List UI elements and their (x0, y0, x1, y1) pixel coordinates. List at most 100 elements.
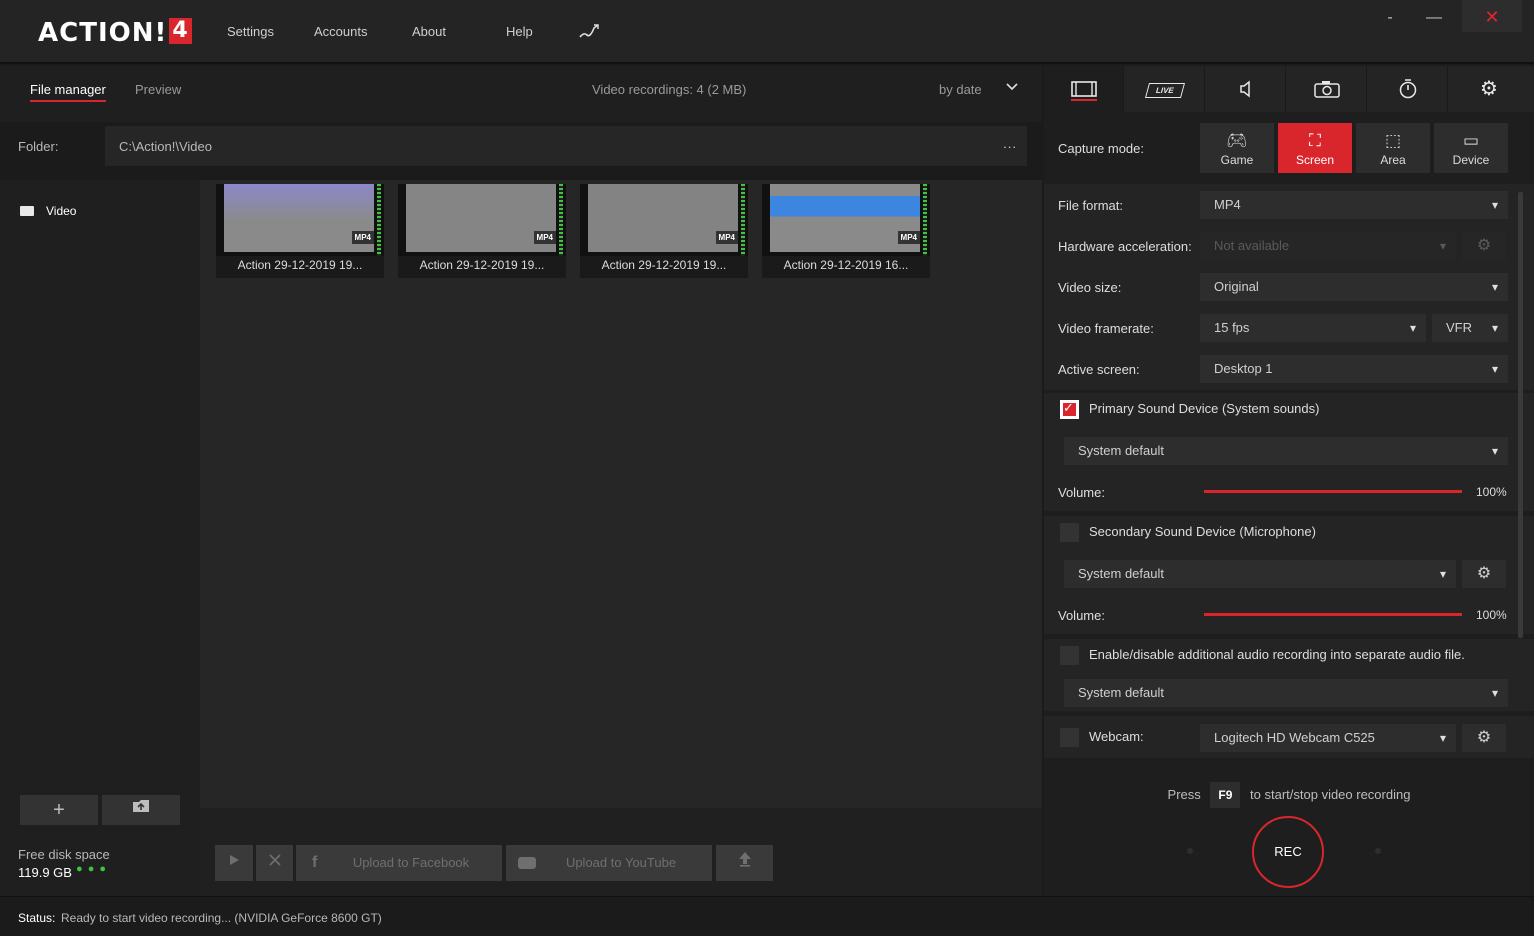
hardware-acceleration-settings-button[interactable]: ⚙ (1462, 232, 1506, 260)
menu-help[interactable]: Help (506, 24, 533, 39)
capture-mode-area[interactable]: ⬚ Area (1356, 123, 1430, 173)
status-label: Status: (18, 911, 56, 925)
draw-icon[interactable] (578, 22, 600, 40)
webcam-settings-button[interactable]: ⚙ (1462, 724, 1506, 752)
tab-audio[interactable] (1206, 66, 1286, 112)
upload-icon (738, 852, 751, 867)
play-button[interactable] (215, 845, 253, 881)
additional-audio-toggle[interactable]: Enable/disable additional audio recordin… (1060, 646, 1465, 665)
upload-facebook-button[interactable]: f Upload to Facebook (296, 845, 502, 881)
tab-file-manager[interactable]: File manager (30, 82, 106, 102)
primary-volume-slider[interactable] (1204, 490, 1462, 493)
webcam-toggle[interactable]: Webcam: (1060, 728, 1144, 747)
menu-settings[interactable]: Settings (227, 24, 274, 39)
video-thumbnail[interactable]: MP4 Action 29-12-2019 19... (398, 184, 566, 278)
active-screen-select[interactable]: Desktop 1 ▾ (1200, 355, 1508, 383)
file-format-label: File format: (1058, 198, 1124, 213)
device-icon: ▭ (1462, 131, 1480, 150)
facebook-icon: f (312, 854, 318, 871)
tab-timer[interactable] (1368, 66, 1448, 112)
settings-tabs: LIVE ⚙ (1044, 66, 1534, 112)
menu-about[interactable]: About (412, 24, 446, 39)
gear-icon: ⚙ (1476, 729, 1492, 746)
fullscreen-icon: ⛶ (1309, 131, 1321, 150)
sort-select[interactable]: by date (939, 82, 982, 97)
upload-youtube-button[interactable]: Upload to YouTube (506, 845, 712, 881)
chevron-down-icon: ▾ (1491, 686, 1498, 700)
capture-mode-device[interactable]: ▭ Device (1434, 123, 1508, 173)
tab-settings[interactable]: ⚙ (1449, 66, 1529, 112)
framerate-mode-select[interactable]: VFR ▾ (1432, 314, 1508, 342)
chevron-down-icon: ▾ (1409, 321, 1416, 335)
indicator-dot (1187, 848, 1193, 854)
tab-live-streaming[interactable]: LIVE (1125, 66, 1205, 112)
record-button[interactable]: REC (1252, 816, 1324, 888)
file-format-select[interactable]: MP4 ▾ (1200, 191, 1508, 219)
delete-button[interactable] (256, 845, 293, 881)
menu-accounts[interactable]: Accounts (314, 24, 367, 39)
secondary-sound-checkbox[interactable] (1060, 523, 1079, 542)
upload-button[interactable] (716, 845, 773, 881)
file-manager-header: File manager Preview Video recordings: 4… (0, 66, 1042, 122)
settings-scrollbar[interactable] (1518, 192, 1523, 638)
tab-video-recording[interactable] (1044, 66, 1124, 112)
additional-audio-checkbox[interactable] (1060, 646, 1079, 665)
play-icon (230, 855, 239, 865)
thumbnail-name: Action 29-12-2019 19... (398, 256, 566, 278)
secondary-volume-value: 100% (1476, 608, 1507, 622)
capture-mode-screen[interactable]: ⛶ Screen (1278, 123, 1352, 173)
gamepad-icon: 🎮︎ (1226, 131, 1248, 150)
gear-icon: ⚙ (1476, 565, 1492, 582)
hotkey-badge: F9 (1210, 782, 1241, 808)
secondary-sound-settings-button[interactable]: ⚙ (1462, 560, 1506, 588)
speaker-icon (1239, 80, 1250, 98)
thumbnail-name: Action 29-12-2019 19... (580, 256, 748, 278)
close-button[interactable]: ✕ (1462, 0, 1522, 32)
add-folder-button[interactable]: + (20, 795, 98, 825)
primary-sound-toggle[interactable]: Primary Sound Device (System sounds) (1060, 400, 1319, 419)
gear-icon: ⚙ (1476, 237, 1492, 254)
video-thumbnail[interactable]: MP4 Action 29-12-2019 19... (580, 184, 748, 278)
secondary-volume-slider[interactable] (1204, 613, 1462, 616)
format-badge: MP4 (897, 231, 920, 244)
video-size-select[interactable]: Original ▾ (1200, 273, 1508, 301)
app-logo: ACTION! 4 (38, 18, 192, 48)
chevron-down-icon: ▾ (1491, 362, 1498, 376)
chevron-down-icon: ▾ (1439, 731, 1446, 745)
tab-screenshot[interactable] (1287, 66, 1367, 112)
chevron-down-icon[interactable] (1005, 79, 1019, 96)
maximize-button[interactable]: — (1406, 0, 1462, 32)
disk-status-indicator: ● ● ● (76, 863, 108, 875)
secondary-sound-device-select[interactable]: System default ▾ (1064, 560, 1456, 588)
primary-sound-checkbox[interactable] (1060, 400, 1079, 419)
open-folder-button[interactable] (102, 795, 180, 825)
primary-sound-device-select[interactable]: System default ▾ (1064, 437, 1508, 465)
delete-icon (268, 854, 281, 866)
browse-folder-button[interactable]: ... (1003, 136, 1017, 151)
webcam-checkbox[interactable] (1060, 728, 1079, 747)
camera-icon (1313, 80, 1340, 98)
disk-space-value: 119.9 GB (18, 865, 72, 880)
video-thumbnail[interactable]: MP4 Action 29-12-2019 19... (216, 184, 384, 278)
primary-volume-value: 100% (1476, 485, 1507, 499)
chevron-down-icon: ▾ (1439, 567, 1446, 581)
hardware-acceleration-select[interactable]: Not available ▾ (1200, 232, 1456, 260)
chevron-down-icon: ▾ (1491, 444, 1498, 458)
capture-mode-game[interactable]: 🎮︎ Game (1200, 123, 1274, 173)
folder-path: C:\Action!\Video (119, 139, 212, 154)
live-icon: LIVE (1144, 83, 1185, 98)
folder-label: Folder: (18, 139, 59, 154)
tab-preview[interactable]: Preview (135, 82, 181, 97)
sidebar-item-video[interactable]: Video (20, 204, 76, 218)
format-badge: MP4 (351, 231, 374, 244)
video-thumbnail[interactable]: MP4 Action 29-12-2019 16... (762, 184, 930, 278)
recordings-count: Video recordings: 4 (2 MB) (592, 82, 747, 97)
gear-icon: ⚙ (1480, 78, 1498, 100)
secondary-sound-toggle[interactable]: Secondary Sound Device (Microphone) (1060, 523, 1316, 542)
webcam-device-select[interactable]: Logitech HD Webcam C525 ▾ (1200, 724, 1456, 752)
sidebar (0, 180, 200, 896)
folder-path-field[interactable]: C:\Action!\Video ... (105, 126, 1027, 166)
additional-audio-device-select[interactable]: System default ▾ (1064, 679, 1508, 707)
recording-settings-panel: LIVE ⚙ Capture mode: 🎮︎ Game ⛶ Screen ⬚ Are… (1044, 66, 1534, 896)
video-framerate-select[interactable]: 15 fps ▾ (1200, 314, 1426, 342)
